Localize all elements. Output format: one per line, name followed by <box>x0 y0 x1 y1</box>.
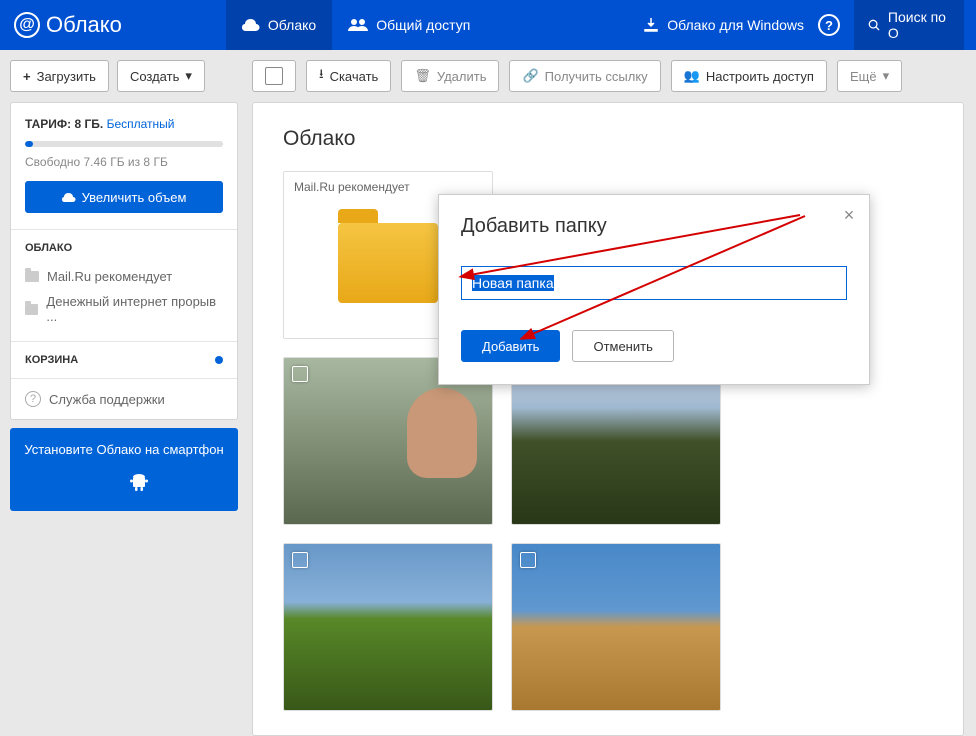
sidebar-cloud-section: ОБЛАКО Mail.Ru рекомендует Денежный инте… <box>11 229 237 341</box>
tariff-plan-link[interactable]: Бесплатный <box>107 117 175 131</box>
modal-cancel-button[interactable]: Отменить <box>572 330 673 362</box>
search-box[interactable]: Поиск по О <box>854 0 964 50</box>
sidebar-support[interactable]: ? Служба поддержки <box>11 378 237 419</box>
sidebar-item-recommend[interactable]: Mail.Ru рекомендует <box>25 264 223 289</box>
upload-button[interactable]: +Загрузить <box>10 60 109 92</box>
tile-checkbox[interactable] <box>520 552 536 568</box>
main-content: ⭳Скачать 🗑Удалить 🔗Получить ссылку 👥Наст… <box>244 50 976 736</box>
nav-cloud-label: Облако <box>268 17 316 33</box>
modal-title: Добавить папку <box>461 215 847 238</box>
header: @ Облако Облако Общий доступ Облако для … <box>0 0 976 50</box>
chevron-down-icon: ▾ <box>185 68 192 84</box>
question-icon: ? <box>25 391 41 407</box>
chevron-down-icon: ▾ <box>883 68 890 84</box>
logo-text: Облако <box>46 12 122 38</box>
search-placeholder: Поиск по О <box>888 9 950 41</box>
add-folder-modal: × Добавить папку Добавить Отменить <box>438 194 870 385</box>
sidebar-trash-title: КОРЗИНА <box>25 354 78 366</box>
tile-label: Mail.Ru рекомендует <box>294 180 410 194</box>
trash-indicator-icon <box>215 356 223 364</box>
android-icon <box>130 471 148 497</box>
sidebar-cloud-title: ОБЛАКО <box>25 242 223 254</box>
tariff-label: ТАРИФ: <box>25 117 71 131</box>
download-icon: ⭳ <box>319 65 324 87</box>
folder-name-input[interactable] <box>461 266 847 300</box>
tile-checkbox[interactable] <box>292 552 308 568</box>
logo[interactable]: @ Облако <box>0 12 136 38</box>
mobile-promo[interactable]: Установите Облако на смартфон <box>10 428 238 511</box>
cloud-icon <box>242 18 260 32</box>
share-settings-button[interactable]: 👥Настроить доступ <box>671 60 827 92</box>
folder-icon <box>25 304 38 315</box>
sidebar-trash[interactable]: КОРЗИНА <box>11 341 237 378</box>
tile-photo-4[interactable] <box>511 543 721 711</box>
people-icon: 👥 <box>684 68 700 84</box>
download-icon <box>643 17 659 33</box>
header-right: Облако для Windows ? Поиск по О <box>643 0 976 50</box>
tile-checkbox[interactable] <box>292 366 308 382</box>
storage-progress <box>25 141 223 147</box>
tariff-size: 8 ГБ. <box>74 117 103 131</box>
folder-icon <box>25 271 39 282</box>
modal-close-button[interactable]: × <box>839 205 859 225</box>
download-button[interactable]: ⭳Скачать <box>306 60 391 92</box>
cloud-icon <box>62 192 76 203</box>
sidebar: +Загрузить Создать ▾ ТАРИФ: 8 ГБ. Беспла… <box>0 50 244 736</box>
storage-free-text: Свободно 7.46 ГБ из 8 ГБ <box>25 155 223 169</box>
toolbar: ⭳Скачать 🗑Удалить 🔗Получить ссылку 👥Наст… <box>252 60 964 92</box>
windows-download-link[interactable]: Облако для Windows <box>643 17 804 33</box>
more-button[interactable]: Ещё ▾ <box>837 60 902 92</box>
folder-icon <box>338 223 438 303</box>
tile-photo-3[interactable] <box>283 543 493 711</box>
at-icon: @ <box>14 12 40 38</box>
get-link-button[interactable]: 🔗Получить ссылку <box>509 60 660 92</box>
top-nav: Облако Общий доступ <box>226 0 486 50</box>
select-all-checkbox[interactable] <box>252 60 296 92</box>
nav-shared-label: Общий доступ <box>376 17 470 33</box>
people-icon <box>348 18 368 32</box>
create-button[interactable]: Создать ▾ <box>117 60 205 92</box>
link-icon: 🔗 <box>522 68 538 84</box>
tariff-block: ТАРИФ: 8 ГБ. Бесплатный Свободно 7.46 ГБ… <box>11 103 237 229</box>
search-icon <box>868 18 880 32</box>
trash-icon: 🗑 <box>414 68 431 84</box>
help-icon[interactable]: ? <box>818 14 840 36</box>
sidebar-item-money[interactable]: Денежный интернет прорыв ... <box>25 289 223 329</box>
windows-link-text: Облако для Windows <box>667 17 804 33</box>
modal-submit-button[interactable]: Добавить <box>461 330 560 362</box>
promo-text: Установите Облако на смартфон <box>24 442 224 457</box>
increase-storage-button[interactable]: Увеличить объем <box>25 181 223 213</box>
delete-button[interactable]: 🗑Удалить <box>401 60 499 92</box>
nav-shared[interactable]: Общий доступ <box>332 0 486 50</box>
page-title: Облако <box>283 127 933 151</box>
nav-cloud[interactable]: Облако <box>226 0 332 50</box>
